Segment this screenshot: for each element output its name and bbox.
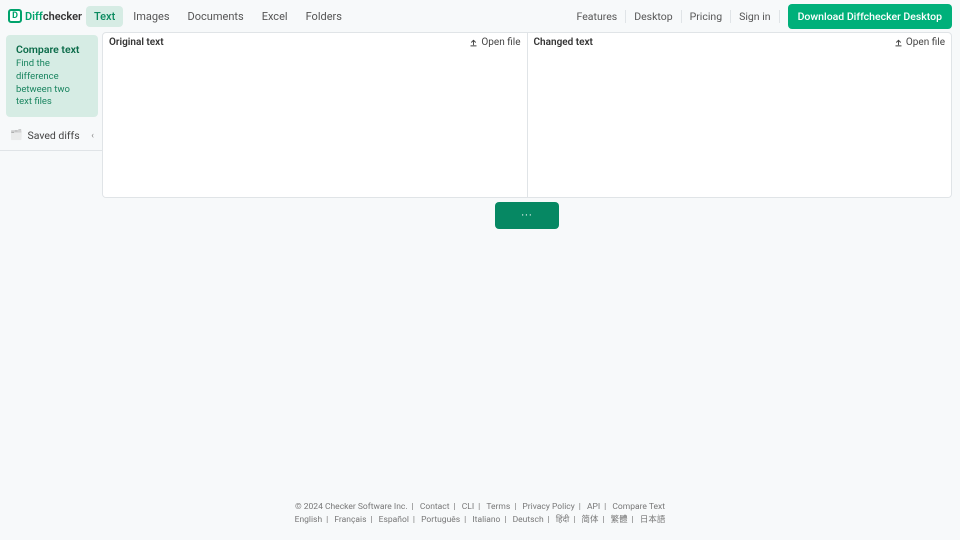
- header-link-signin[interactable]: Sign in: [731, 10, 779, 23]
- header-link-desktop[interactable]: Desktop: [626, 10, 681, 23]
- original-text-input[interactable]: [103, 51, 527, 197]
- pane-original-title: Original text: [109, 37, 164, 48]
- lang-francais[interactable]: Français: [332, 515, 368, 525]
- lang-deutsch[interactable]: Deutsch: [511, 515, 546, 525]
- lang-hindi[interactable]: हिंदी: [554, 515, 571, 525]
- compare-button[interactable]: ···: [495, 202, 559, 229]
- header-link-features[interactable]: Features: [569, 10, 627, 23]
- footer-contact[interactable]: Contact: [418, 502, 452, 512]
- open-file-original-label: Open file: [481, 37, 520, 48]
- footer-api[interactable]: API: [585, 502, 602, 512]
- footer-compare-text[interactable]: Compare Text: [610, 502, 667, 512]
- sidebar-card-desc: Find the difference between two text fil…: [16, 58, 88, 109]
- lang-english[interactable]: English: [293, 515, 325, 525]
- sidebar-card-title: Compare text: [16, 43, 88, 56]
- header-link-pricing[interactable]: Pricing: [682, 10, 731, 23]
- nav-tab-documents[interactable]: Documents: [180, 6, 252, 27]
- footer: © 2024 Checker Software Inc.| Contact| C…: [0, 501, 960, 528]
- open-file-changed[interactable]: Open file: [894, 37, 945, 48]
- sidebar-saved-label: Saved diffs: [27, 129, 79, 142]
- logo-text-checker: checker: [43, 10, 82, 23]
- lang-portugues[interactable]: Português: [419, 515, 462, 525]
- lang-japanese[interactable]: 日本語: [638, 515, 668, 525]
- nav-tabs: Text Images Documents Excel Folders: [86, 6, 350, 27]
- main-area: Original text Open file Changed text Ope…: [102, 32, 960, 540]
- upload-icon: [469, 38, 478, 47]
- nav-tab-text[interactable]: Text: [86, 6, 123, 27]
- open-file-changed-label: Open file: [906, 37, 945, 48]
- logo[interactable]: D Diffchecker: [8, 9, 82, 23]
- lang-simplified[interactable]: 简体: [579, 515, 600, 525]
- open-file-original[interactable]: Open file: [469, 37, 520, 48]
- sidebar-compare-card[interactable]: Compare text Find the difference between…: [6, 35, 98, 117]
- lang-traditional[interactable]: 繁體: [609, 515, 630, 525]
- header-right: Features Desktop Pricing Sign in Downloa…: [569, 4, 952, 29]
- folder-icon: 🗂️: [10, 130, 22, 141]
- footer-terms[interactable]: Terms: [484, 502, 512, 512]
- pane-changed-title: Changed text: [534, 37, 593, 48]
- footer-copyright: © 2024 Checker Software Inc.: [293, 502, 410, 512]
- changed-text-input[interactable]: [528, 51, 952, 197]
- footer-cli[interactable]: CLI: [460, 502, 476, 512]
- app-header: D Diffchecker Text Images Documents Exce…: [0, 0, 960, 32]
- footer-links: © 2024 Checker Software Inc.| Contact| C…: [0, 501, 960, 515]
- diff-panes: Original text Open file Changed text Ope…: [102, 32, 952, 198]
- logo-text-diff: Diff: [25, 10, 43, 23]
- footer-privacy[interactable]: Privacy Policy: [520, 502, 576, 512]
- lang-espanol[interactable]: Español: [377, 515, 411, 525]
- lang-italiano[interactable]: Italiano: [470, 515, 502, 525]
- sidebar-saved-diffs[interactable]: 🗂️ Saved diffs ‹: [0, 121, 102, 151]
- pane-changed: Changed text Open file: [527, 33, 952, 197]
- pane-original: Original text Open file: [103, 33, 527, 197]
- nav-tab-images[interactable]: Images: [125, 6, 177, 27]
- nav-tab-folders[interactable]: Folders: [298, 6, 350, 27]
- sidebar: Compare text Find the difference between…: [0, 32, 102, 540]
- footer-langs: English| Français| Español| Português| I…: [0, 514, 960, 528]
- download-button[interactable]: Download Diffchecker Desktop: [788, 4, 952, 29]
- nav-tab-excel[interactable]: Excel: [254, 6, 296, 27]
- chevron-left-icon: ‹: [91, 131, 94, 141]
- logo-icon: D: [8, 9, 22, 23]
- upload-icon: [894, 38, 903, 47]
